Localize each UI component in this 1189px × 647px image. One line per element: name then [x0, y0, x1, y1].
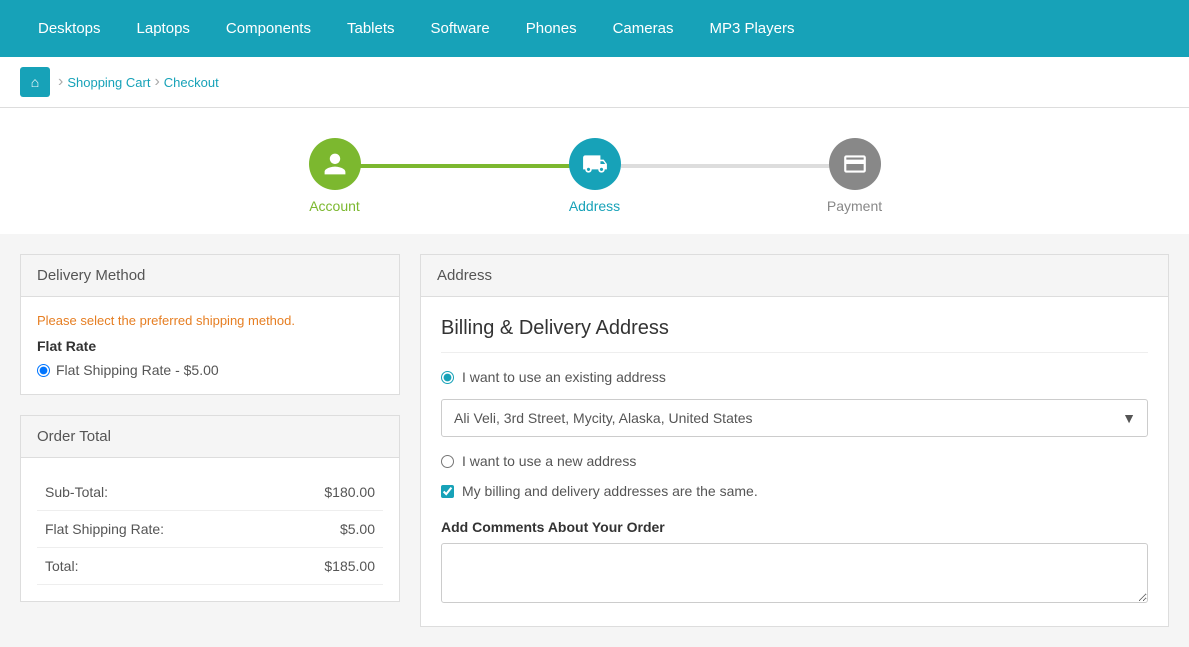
flat-shipping-text: Flat Shipping Rate - $5.00: [56, 362, 219, 378]
flat-shipping-radio[interactable]: [37, 364, 50, 377]
table-row: Sub-Total:$180.00: [37, 474, 383, 511]
comments-title: Add Comments About Your Order: [441, 519, 1148, 535]
flat-rate-label: Flat Rate: [37, 338, 383, 354]
steps-container: Account Address Payment: [205, 138, 985, 214]
nav-mp3players[interactable]: MP3 Players: [691, 0, 812, 57]
delivery-method-header: Delivery Method: [21, 255, 399, 297]
step-account-label: Account: [309, 198, 360, 214]
row-label: Sub-Total:: [37, 474, 269, 511]
row-value: $180.00: [269, 474, 383, 511]
order-total-body: Sub-Total:$180.00Flat Shipping Rate:$5.0…: [21, 458, 399, 601]
address-select-wrapper: Ali Veli, 3rd Street, Mycity, Alaska, Un…: [441, 399, 1148, 437]
table-row: Flat Shipping Rate:$5.00: [37, 511, 383, 548]
new-address-option[interactable]: I want to use a new address: [441, 453, 1148, 469]
breadcrumb-checkout: Checkout: [164, 75, 219, 90]
new-address-label: I want to use a new address: [462, 453, 636, 469]
step-address-circle: [569, 138, 621, 190]
nav-software[interactable]: Software: [413, 0, 508, 57]
progress-section: Account Address Payment: [0, 108, 1189, 234]
nav-phones[interactable]: Phones: [508, 0, 595, 57]
table-row: Total:$185.00: [37, 548, 383, 585]
row-label: Flat Shipping Rate:: [37, 511, 269, 548]
same-address-checkbox[interactable]: [441, 485, 454, 498]
delivery-method-box: Delivery Method Please select the prefer…: [20, 254, 400, 395]
address-panel: Address Billing & Delivery Address I wan…: [420, 254, 1169, 627]
billing-title: Billing & Delivery Address: [441, 317, 1148, 353]
step-account: Account: [205, 138, 465, 214]
step-payment-circle: [829, 138, 881, 190]
address-select[interactable]: Ali Veli, 3rd Street, Mycity, Alaska, Un…: [441, 399, 1148, 437]
order-total-box: Order Total Sub-Total:$180.00Flat Shippi…: [20, 415, 400, 602]
row-label: Total:: [37, 548, 269, 585]
step-account-circle: [309, 138, 361, 190]
left-panel: Delivery Method Please select the prefer…: [20, 254, 400, 627]
delivery-warning: Please select the preferred shipping met…: [37, 313, 383, 328]
existing-address-option[interactable]: I want to use an existing address: [441, 369, 1148, 385]
step-payment-label: Payment: [827, 198, 882, 214]
existing-address-radio[interactable]: [441, 371, 454, 384]
same-address-label: My billing and delivery addresses are th…: [462, 483, 758, 499]
address-panel-body: Billing & Delivery Address I want to use…: [421, 297, 1168, 626]
order-total-header: Order Total: [21, 416, 399, 458]
step-payment: Payment: [725, 138, 985, 214]
breadcrumb-sep-2: ›: [154, 73, 159, 91]
nav-desktops[interactable]: Desktops: [20, 0, 119, 57]
breadcrumb-sep-1: ›: [58, 73, 63, 91]
step-address-label: Address: [569, 198, 620, 214]
main-content: Delivery Method Please select the prefer…: [0, 234, 1189, 647]
same-address-row[interactable]: My billing and delivery addresses are th…: [441, 483, 1148, 499]
nav-cameras[interactable]: Cameras: [595, 0, 692, 57]
breadcrumb-bar: ⌂ › Shopping Cart › Checkout: [0, 57, 1189, 108]
breadcrumb-shopping-cart[interactable]: Shopping Cart: [67, 75, 150, 90]
step-address: Address: [465, 138, 725, 214]
nav-laptops[interactable]: Laptops: [119, 0, 208, 57]
nav-tablets[interactable]: Tablets: [329, 0, 413, 57]
nav-components[interactable]: Components: [208, 0, 329, 57]
address-panel-header: Address: [421, 255, 1168, 297]
order-table: Sub-Total:$180.00Flat Shipping Rate:$5.0…: [37, 474, 383, 585]
delivery-method-body: Please select the preferred shipping met…: [21, 297, 399, 394]
flat-shipping-option[interactable]: Flat Shipping Rate - $5.00: [37, 362, 383, 378]
comments-textarea[interactable]: [441, 543, 1148, 603]
new-address-radio[interactable]: [441, 455, 454, 468]
main-nav: Desktops Laptops Components Tablets Soft…: [0, 0, 1189, 57]
row-value: $185.00: [269, 548, 383, 585]
home-icon[interactable]: ⌂: [20, 67, 50, 97]
row-value: $5.00: [269, 511, 383, 548]
existing-address-label: I want to use an existing address: [462, 369, 666, 385]
